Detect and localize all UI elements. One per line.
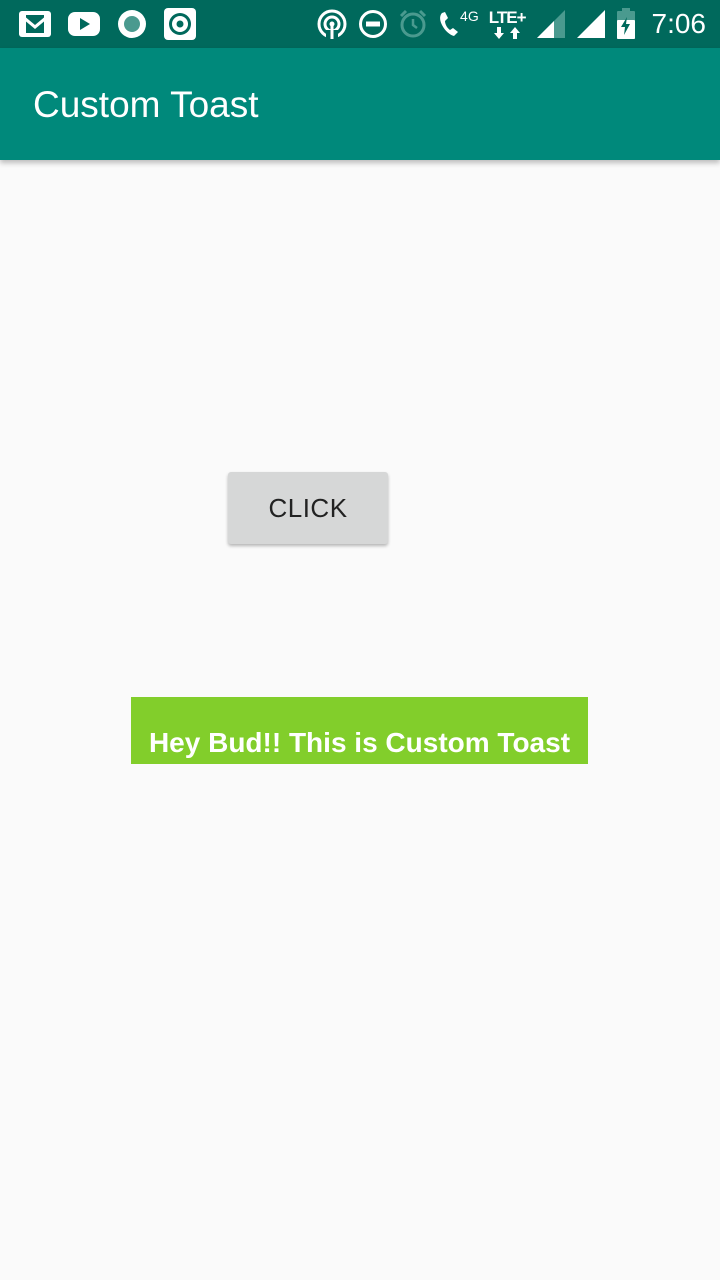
app-title: Custom Toast <box>33 84 259 125</box>
status-clock: 7:06 <box>651 8 707 39</box>
network-type-label: 4G <box>460 8 479 24</box>
battery-charging-icon <box>616 8 636 40</box>
custom-toast: Hey Bud!! This is Custom Toast <box>131 697 588 764</box>
hotspot-icon <box>316 8 348 40</box>
click-button[interactable]: CLICK <box>228 472 388 544</box>
app-bar: Custom Toast <box>0 48 720 160</box>
signal-icon <box>536 9 566 39</box>
music-app-icon <box>163 7 197 41</box>
status-bar: 4G LTE+ 7:06 <box>0 0 720 48</box>
lte-indicator: LTE+ <box>489 9 526 40</box>
gmail-icon <box>18 10 52 38</box>
record-icon <box>116 8 148 40</box>
alarm-icon <box>398 9 428 39</box>
do-not-disturb-icon <box>358 9 388 39</box>
system-status-icons: 4G LTE+ 7:06 <box>316 6 706 42</box>
lte-label: LTE+ <box>488 7 527 27</box>
signal-icon <box>576 9 606 39</box>
youtube-icon <box>67 11 101 37</box>
toast-message: Hey Bud!! This is Custom Toast <box>148 727 571 758</box>
wifi-calling-icon: 4G <box>438 8 479 39</box>
notification-icons <box>18 8 197 40</box>
